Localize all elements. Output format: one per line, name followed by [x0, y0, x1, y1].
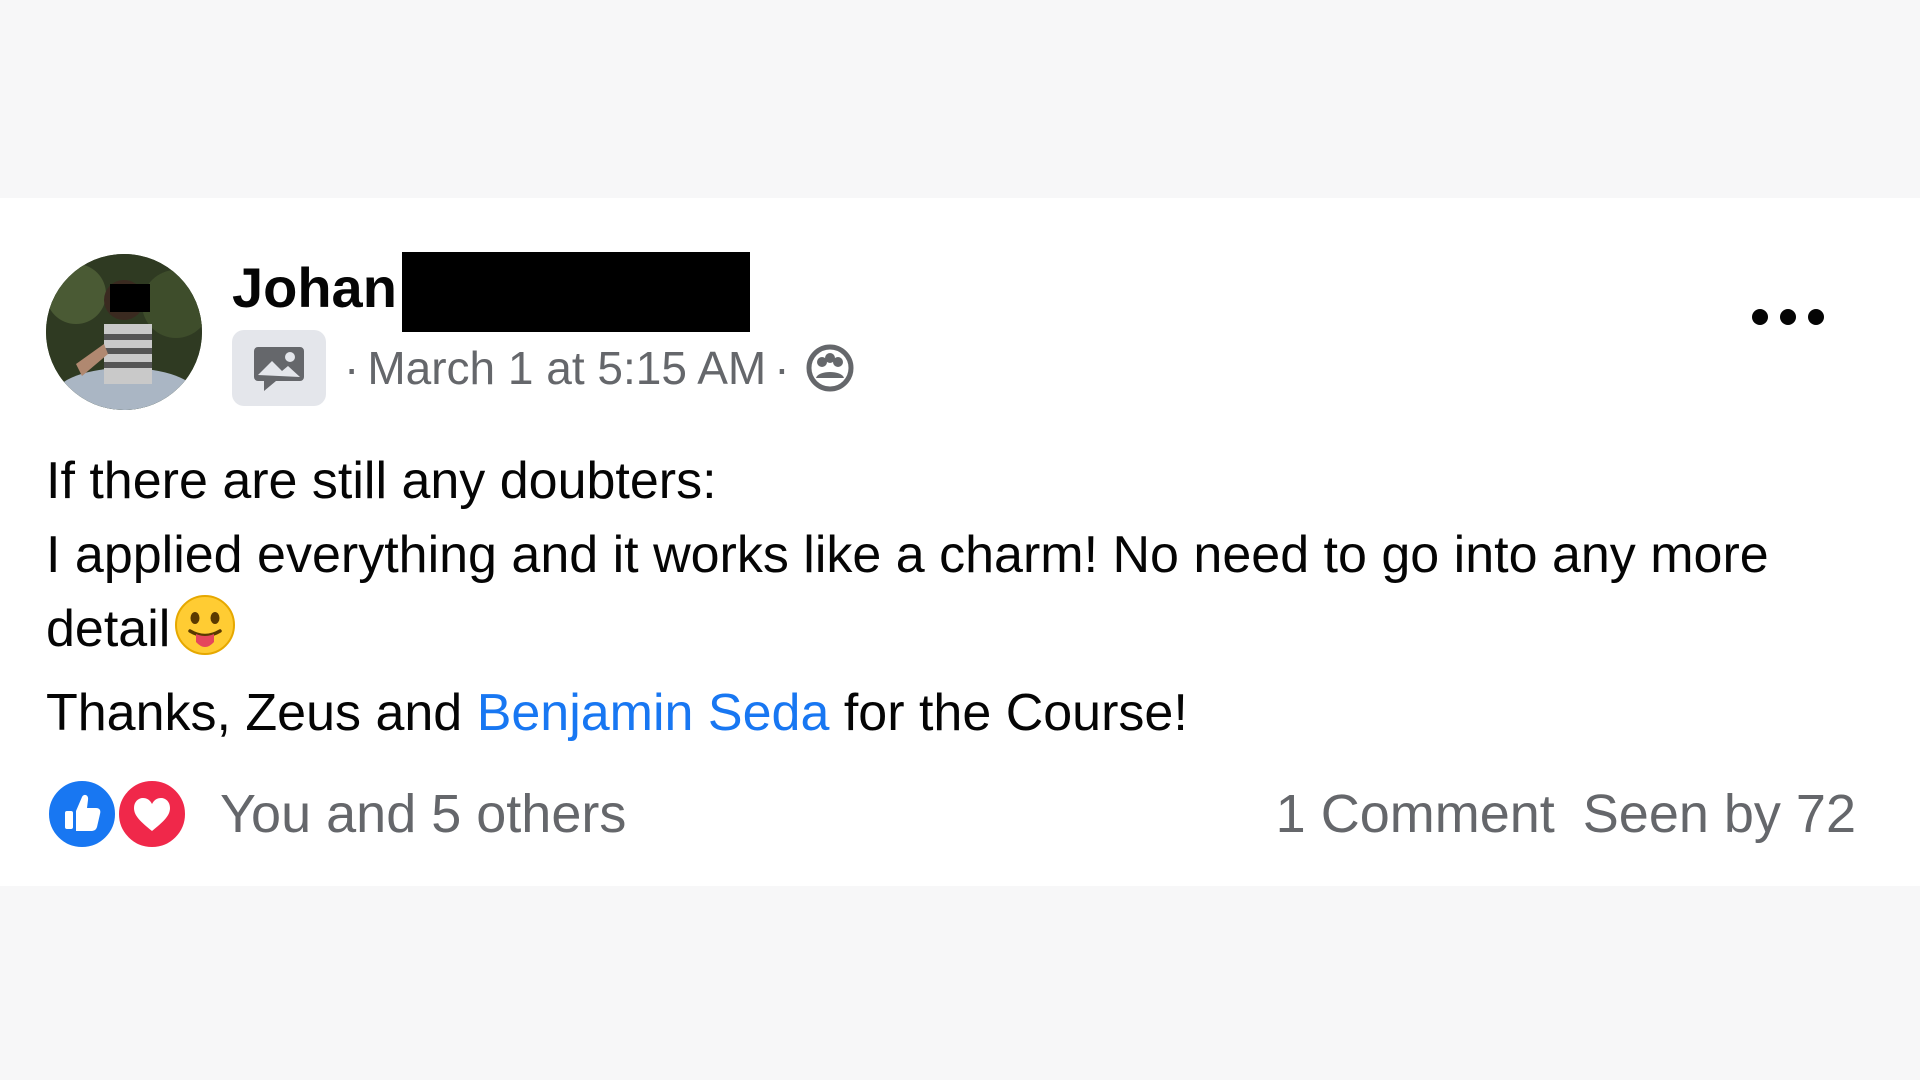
- love-reaction-icon: [116, 778, 188, 850]
- mention-link[interactable]: Benjamin Seda: [477, 684, 830, 742]
- avatar[interactable]: [46, 254, 202, 410]
- group-audience-icon[interactable]: [806, 344, 854, 392]
- like-reaction-icon: [46, 778, 118, 850]
- author-name[interactable]: Johan: [232, 256, 397, 320]
- seen-by-count: Seen by 72: [1582, 784, 1856, 844]
- reactions-summary[interactable]: You and 5 others: [46, 776, 626, 852]
- comments-count-link[interactable]: 1 Comment: [1276, 783, 1555, 845]
- post-card: Johan · March 1 at 5:15 AM · If there ar…: [0, 198, 1920, 886]
- post-stats: 1 Comment Seen by 72: [1276, 783, 1856, 845]
- reactions-count-text: You and 5 others: [220, 784, 627, 844]
- more-options-icon[interactable]: [1752, 302, 1824, 332]
- redaction-block: [402, 252, 750, 332]
- post-text-line: I applied everything and it works like a…: [46, 518, 1846, 676]
- post-text-line: If there are still any doubters:: [46, 452, 717, 510]
- post-text: If there are still any doubters: I appli…: [46, 444, 1846, 750]
- meta-separator: ·: [344, 342, 360, 394]
- tongue-out-emoji-icon: [174, 594, 236, 676]
- post-timestamp[interactable]: March 1 at 5:15 AM: [367, 341, 766, 395]
- reaction-icons: [46, 776, 196, 852]
- post-text-line: Thanks, Zeus and Benjamin Seda for the C…: [46, 684, 1188, 742]
- group-photo-icon[interactable]: [232, 330, 326, 406]
- post-meta: · March 1 at 5:15 AM ·: [232, 328, 854, 408]
- post-footer: You and 5 others 1 Comment Seen by 72: [46, 776, 1856, 852]
- meta-separator: ·: [774, 342, 790, 394]
